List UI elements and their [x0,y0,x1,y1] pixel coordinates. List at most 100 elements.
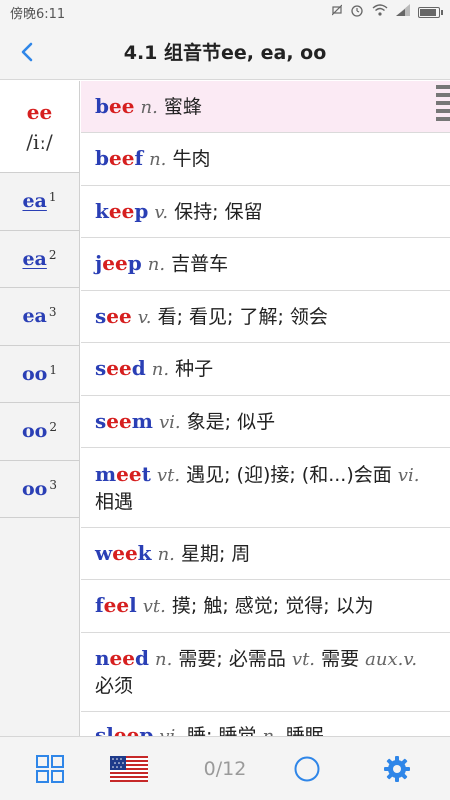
word-entry: sleep vi. 睡; 睡觉 n. 睡眠 [95,722,324,736]
sidebar-item-index: 1 [49,362,57,377]
definition: 睡; 睡觉 [187,725,257,736]
part-of-speech: n. [140,96,158,118]
headword: see [95,303,132,328]
definition: 保持; 保留 [174,200,263,223]
word-row[interactable]: week n. 星期; 周 [81,528,450,580]
part-of-speech: aux.v. [365,649,418,670]
bottom-toolbar: 0/12 [0,736,450,800]
word-entry: bee n. 蜜蜂 [95,93,202,121]
signal-icon [396,4,410,20]
word-entry: seed n. 种子 [95,355,213,383]
part-of-speech: vt. [142,596,166,617]
word-row[interactable]: feel vt. 摸; 触; 感觉; 觉得; 以为 [81,580,450,633]
us-flag-icon[interactable] [108,737,150,800]
word-entry: week n. 星期; 周 [95,540,250,568]
sidebar-item-label: ea [22,190,47,213]
sidebar-item-label: ea [22,305,47,328]
sidebar-item-oo-3[interactable]: oo 3 [0,461,79,518]
battery-icon [418,6,443,18]
word-row[interactable]: jeep n. 吉普车 [81,238,450,291]
grid-icon[interactable] [30,737,70,800]
scrollbar-handle[interactable] [436,85,450,125]
sidebar-item-label: oo [22,362,48,385]
part-of-speech: vt. [291,649,316,670]
status-icons [331,3,443,21]
headword: keep [95,198,149,223]
word-row[interactable]: keep v. 保持; 保留 [81,186,450,238]
part-of-speech: vi. [159,726,181,736]
sidebar-item-index: 3 [48,305,57,320]
word-row[interactable]: beef n. 牛肉 [81,133,450,186]
headword: meet [95,461,151,486]
sidebar-item-ea-1[interactable]: ea 1 [0,173,79,231]
part-of-speech: n. [263,726,280,736]
word-row[interactable]: seed n. 种子 [81,343,450,396]
word-entry: meet vt. 遇见; (迎)接; (和...)会面 vi. 相遇 [95,461,436,515]
sidebar-item-oo-1[interactable]: oo 1 [0,346,79,403]
sidebar-item-oo-2[interactable]: oo 2 [0,403,79,461]
alarm-icon [350,3,364,21]
definition: 蜜蜂 [163,95,202,118]
sidebar-item-index: 1 [48,190,57,205]
part-of-speech: n. [151,359,170,380]
headword: feel [95,593,137,617]
part-of-speech: n. [157,543,175,565]
sidebar-item-ea-2[interactable]: ea 2 [0,231,79,288]
definition: 需要 [321,648,360,670]
definition: 牛肉 [172,148,211,170]
phonetic-symbol: /iː/ [26,129,53,154]
part-of-speech: v. [154,201,169,223]
sidebar-item-index: 2 [49,420,57,435]
page-title: 4.1 组音节ee, ea, oo [123,42,327,64]
headword: seed [95,356,146,380]
part-of-speech: vi. [397,464,420,486]
word-list[interactable]: bee n. 蜜蜂 beef n. 牛肉 keep v. 保持; 保留 jeep… [81,81,450,736]
definition: 星期; 周 [180,542,251,565]
definition: 需要; 必需品 [178,648,286,670]
headword: week [95,540,152,565]
definition: 看; 看见; 了解; 领会 [157,305,328,328]
word-entry: jeep n. 吉普车 [95,250,228,278]
word-entry: keep v. 保持; 保留 [95,198,263,226]
word-entry: see v. 看; 看见; 了解; 领会 [95,303,328,331]
part-of-speech: vi. [158,411,181,433]
definition: 相遇 [95,490,134,513]
word-row[interactable]: see v. 看; 看见; 了解; 领会 [81,291,450,343]
headword: jeep [95,251,142,275]
definition: 必须 [95,675,134,697]
part-of-speech: n. [147,254,166,275]
word-row[interactable]: sleep vi. 睡; 睡觉 n. 睡眠 [81,712,450,736]
word-row[interactable]: meet vt. 遇见; (迎)接; (和...)会面 vi. 相遇 [81,448,450,528]
headword: need [95,646,149,670]
word-row[interactable]: need n. 需要; 必需品 vt. 需要 aux.v. 必须 [81,633,450,712]
header: 4.1 组音节ee, ea, oo [0,24,450,80]
sidebar: ee /iː/ ea 1 ea 2 ea 3 oo 1 oo 2 oo 3 [0,81,80,736]
part-of-speech: n. [149,149,167,170]
part-of-speech: n. [155,649,173,670]
word-entry: seem vi. 象是; 似乎 [95,408,275,436]
sidebar-item-label: ea [22,247,47,270]
sidebar-item-label: ee [26,99,53,124]
headword: beef [95,146,144,170]
sidebar-item-index: 3 [49,477,57,492]
sidebar-item-index: 2 [48,247,57,262]
sidebar-item-ee[interactable]: ee /iː/ [0,81,79,173]
definition: 遇见; (迎)接; (和...)会面 [186,463,392,486]
record-circle-icon[interactable] [290,737,324,800]
definition: 摸; 触; 感觉; 觉得; 以为 [171,595,374,617]
definition: 睡眠 [285,725,324,736]
headword: sleep [95,723,154,736]
word-row[interactable]: seem vi. 象是; 似乎 [81,396,450,448]
sidebar-item-label: oo [22,477,48,500]
headword: seem [95,408,153,433]
wifi-icon [372,4,388,20]
gear-icon[interactable] [380,737,414,800]
word-entry: beef n. 牛肉 [95,145,210,173]
sidebar-item-ea-3[interactable]: ea 3 [0,288,79,346]
progress-counter: 0/12 [203,758,247,780]
word-row[interactable]: bee n. 蜜蜂 [81,81,450,133]
status-time: 傍晚6:11 [10,6,66,22]
sidebar-item-label: oo [22,420,48,443]
word-entry: need n. 需要; 必需品 vt. 需要 aux.v. 必须 [95,645,436,699]
back-arrow-icon[interactable] [14,38,42,66]
